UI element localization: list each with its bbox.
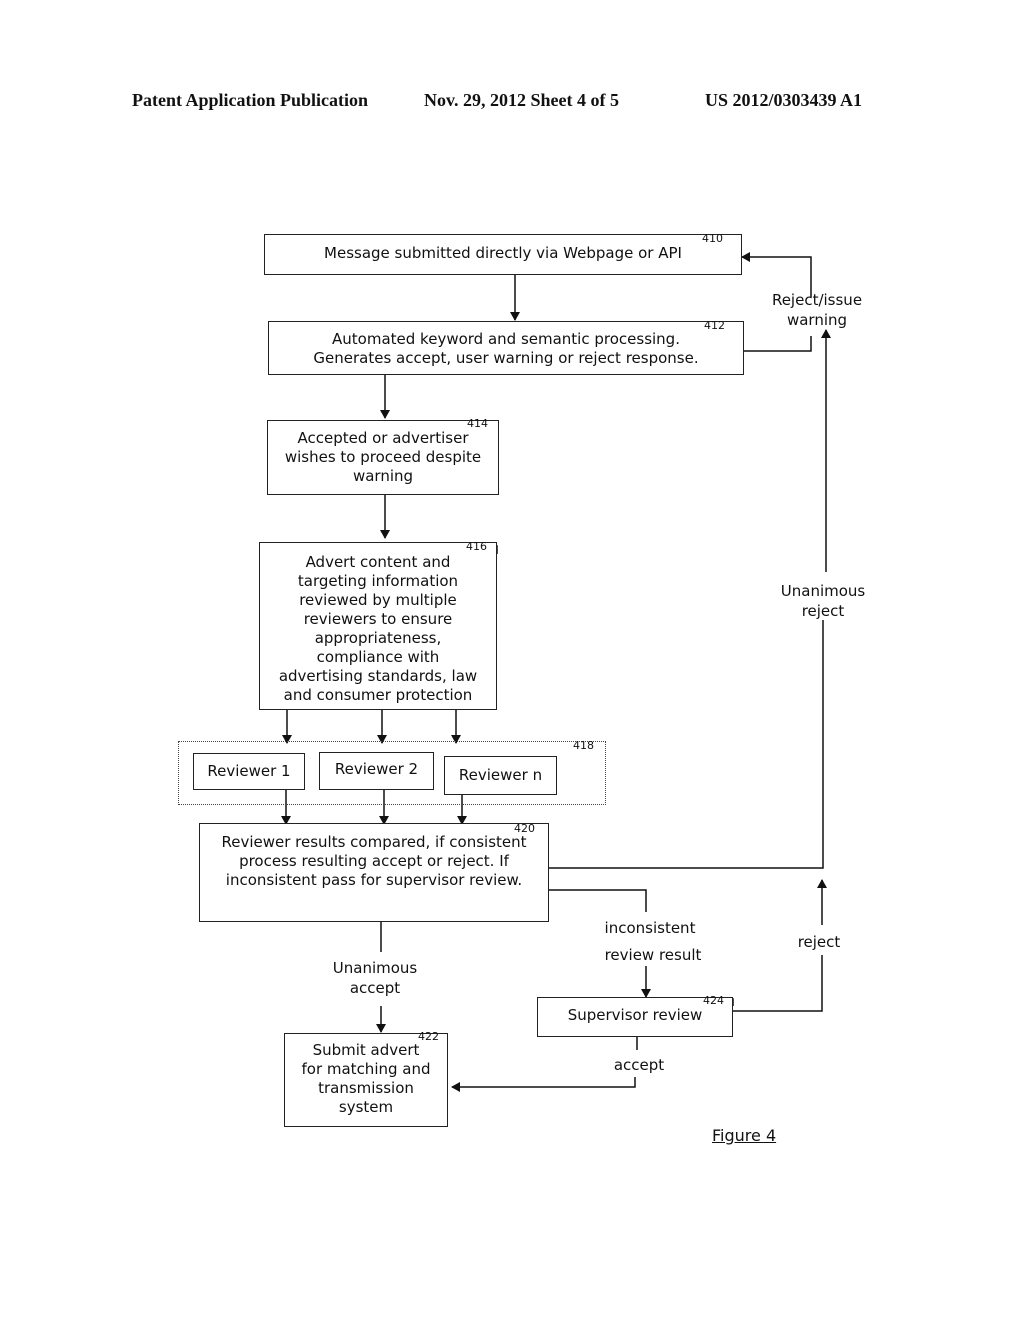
step-422-submit-advert: Submit advert for matching and transmiss… <box>284 1033 448 1127</box>
ref-418: 418 <box>573 739 594 752</box>
label-reject-issue-warning: Reject/issue warning <box>771 291 863 329</box>
ref-414: 414 <box>467 417 488 430</box>
step-414-text: Accepted or advertiser wishes to proceed… <box>284 429 482 485</box>
figure-caption: Figure 4 <box>712 1126 777 1145</box>
step-420-results-compared: Reviewer results compared, if consistent… <box>199 823 549 922</box>
ref-412: 412 <box>704 319 725 332</box>
connector-lines <box>281 237 831 1092</box>
label-unanimous-accept: Unanimous accept <box>332 959 418 997</box>
reviewer-2-label: Reviewer 2 <box>334 760 419 778</box>
label-unanimous-reject: Unanimous reject <box>780 582 866 620</box>
reviewer-n: Reviewer n <box>444 756 557 795</box>
ref-420: 420 <box>514 822 535 835</box>
reviewer-2: Reviewer 2 <box>319 752 434 790</box>
step-420-text: Reviewer results compared, if consistent… <box>221 833 527 889</box>
step-424-text: Supervisor review <box>567 1006 703 1024</box>
step-416-text: Advert content and targeting information… <box>278 553 478 704</box>
step-410-text: Message submitted directly via Webpage o… <box>324 244 682 262</box>
step-412-automated-processing: Automated keyword and semantic processin… <box>268 321 744 375</box>
ref-416: 416 <box>466 540 487 553</box>
label-inconsistent: inconsistent <box>604 919 696 937</box>
step-416-advert-review: Advert content and targeting information… <box>259 542 497 710</box>
ref-410: 410 <box>702 232 723 245</box>
ref-422: 422 <box>418 1030 439 1043</box>
reviewer-n-label: Reviewer n <box>458 766 543 784</box>
step-412-text: Automated keyword and semantic processin… <box>313 330 699 367</box>
ref-424: 424 <box>703 994 724 1007</box>
label-reject: reject <box>797 933 841 951</box>
arrow-accept-to-422 <box>451 1077 636 1092</box>
reviewer-1: Reviewer 1 <box>193 753 305 790</box>
label-review-result: review result <box>604 946 702 964</box>
step-410-message-submitted: Message submitted directly via Webpage o… <box>264 234 742 275</box>
arrow-412-reject-to-410 <box>743 336 812 352</box>
label-accept: accept <box>613 1056 665 1074</box>
step-422-text: Submit advert for matching and transmiss… <box>301 1041 431 1116</box>
reviewer-1-label: Reviewer 1 <box>207 762 291 780</box>
step-414-accepted: Accepted or advertiser wishes to proceed… <box>267 420 499 495</box>
line-424-reject <box>732 955 823 1012</box>
line-420-inconsistent <box>548 889 647 912</box>
